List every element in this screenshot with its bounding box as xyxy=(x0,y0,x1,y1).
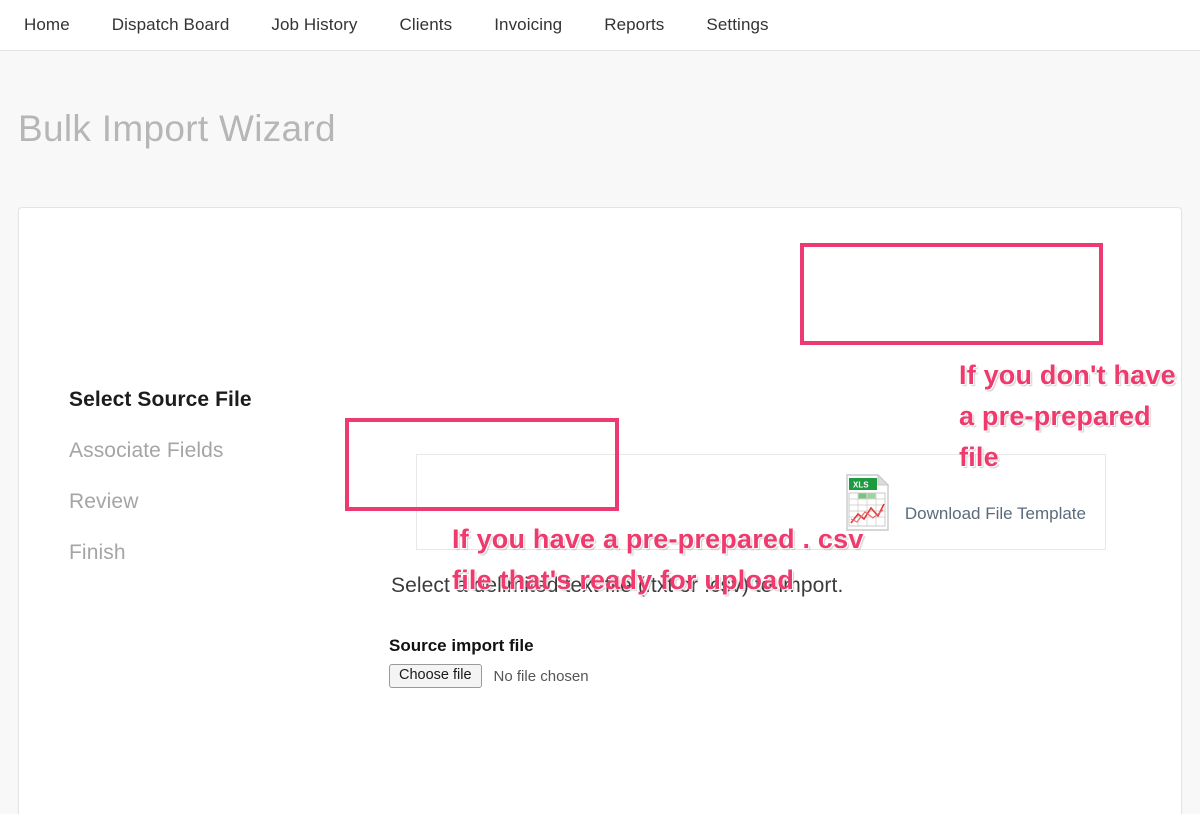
nav-item-clients[interactable]: Clients xyxy=(379,0,474,50)
file-status-text: No file chosen xyxy=(493,667,589,685)
page-header: Bulk Import Wizard xyxy=(0,51,1200,207)
wizard-step-finish[interactable]: Finish xyxy=(69,541,329,565)
annotation-have-prepared-file: If you have a pre-prepared . csv file th… xyxy=(452,524,864,595)
wizard-card: Select Source File Associate Fields Revi… xyxy=(18,207,1182,814)
file-input-row[interactable]: Choose file No file chosen xyxy=(389,664,589,688)
source-import-file-label: Source import file xyxy=(389,636,534,655)
wizard-step-associate-fields[interactable]: Associate Fields xyxy=(69,439,329,463)
page-title: Bulk Import Wizard xyxy=(18,108,336,149)
nav-item-home[interactable]: Home xyxy=(16,0,91,50)
wizard-step-review[interactable]: Review xyxy=(69,490,329,514)
choose-file-button[interactable]: Choose file xyxy=(389,664,482,688)
top-navigation-bar: Home Dispatch Board Job History Clients … xyxy=(0,0,1200,51)
wizard-step-select-source-file[interactable]: Select Source File xyxy=(69,388,329,412)
nav-item-settings[interactable]: Settings xyxy=(685,0,789,50)
annotation-no-prepared-file: If you don't have a pre-prepared file xyxy=(959,360,1176,472)
svg-text:XLS: XLS xyxy=(853,481,869,490)
wizard-step-list: Select Source File Associate Fields Revi… xyxy=(69,388,329,592)
source-import-file-block: Source import file Choose file No file c… xyxy=(389,636,589,688)
nav-item-reports[interactable]: Reports xyxy=(583,0,685,50)
nav-item-invoicing[interactable]: Invoicing xyxy=(473,0,583,50)
download-file-template-label: Download File Template xyxy=(904,504,1086,523)
nav-item-dispatch-board[interactable]: Dispatch Board xyxy=(91,0,251,50)
nav-item-job-history[interactable]: Job History xyxy=(250,0,378,50)
